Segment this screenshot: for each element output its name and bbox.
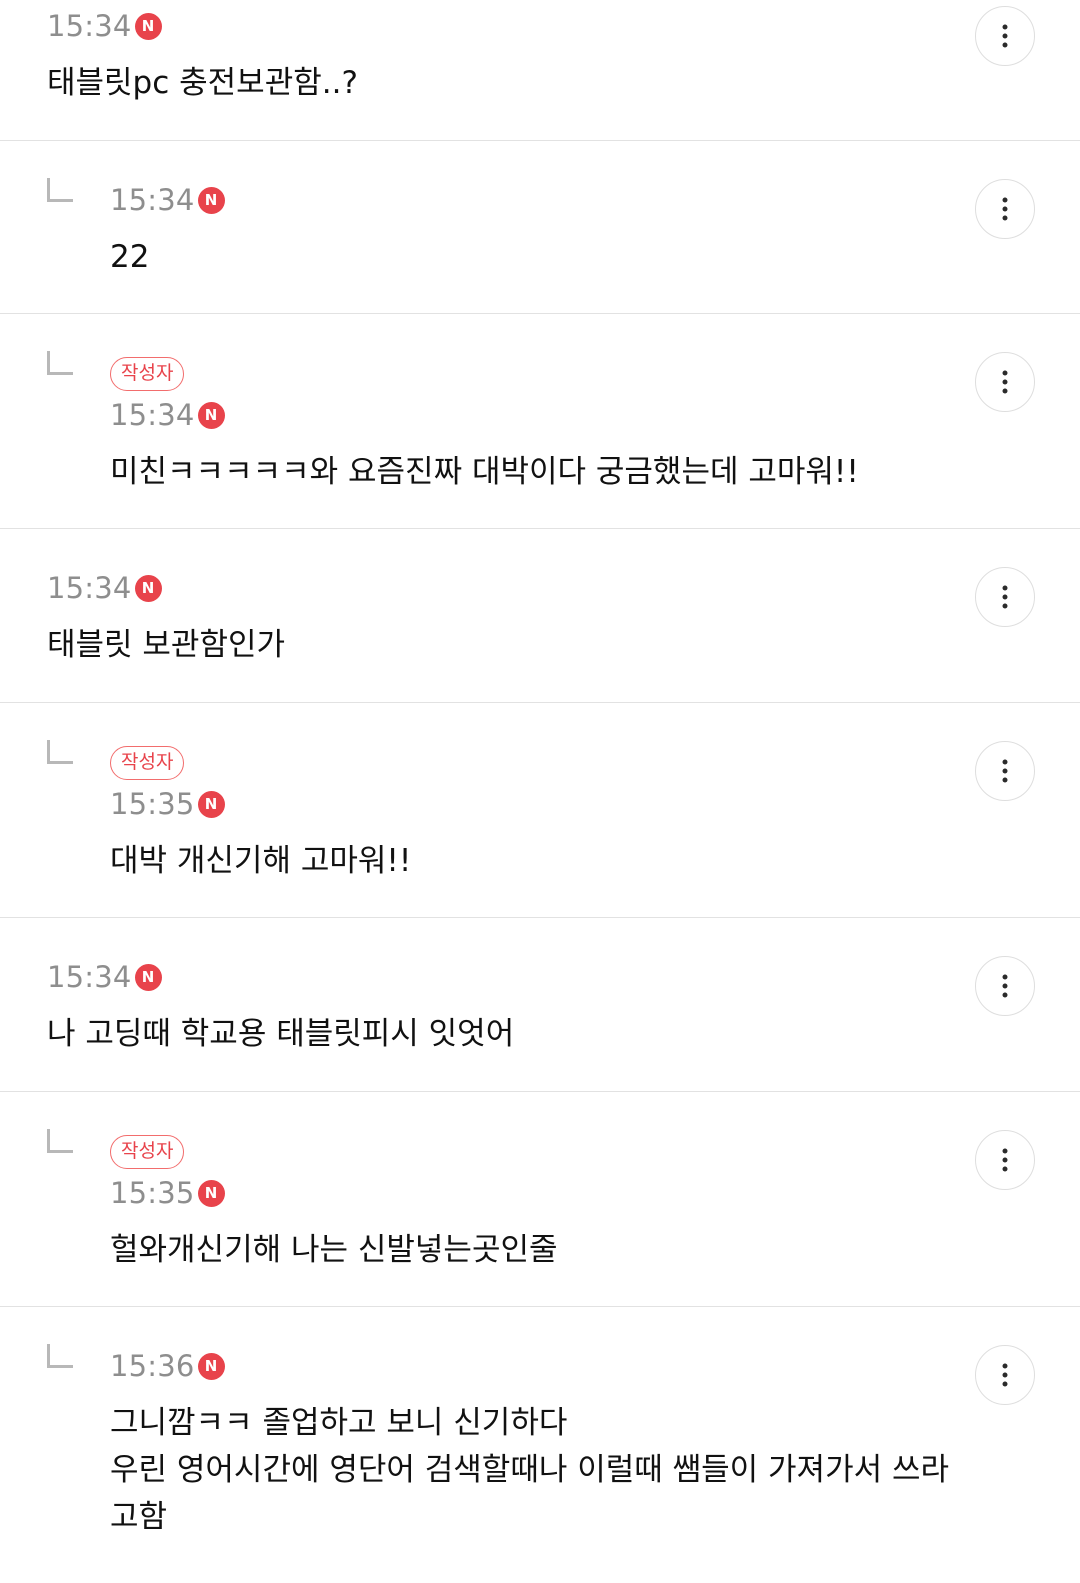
new-badge-icon: N bbox=[134, 963, 162, 991]
comment-text-line: 그니깜ㅋㅋ 졸업하고 보니 신기하다 bbox=[110, 1405, 568, 1441]
comment-meta: 15:34 N bbox=[47, 9, 162, 43]
more-options-button[interactable] bbox=[975, 1130, 1035, 1190]
reply-arrow-icon bbox=[47, 351, 73, 375]
more-options-button[interactable] bbox=[975, 352, 1035, 412]
comment-reply: 작성자 15:35 N 대박 개신기해 고마워!! bbox=[0, 703, 1080, 918]
comment-meta: 15:34 N bbox=[47, 571, 162, 605]
comment-meta: 15:34 N bbox=[47, 960, 162, 994]
comment-time: 15:35 bbox=[110, 787, 195, 821]
more-vertical-icon bbox=[1002, 1148, 1008, 1172]
comment-list: 15:34 N 태블릿pc 충전보관함..? 15:34 N 22 작성자 15… bbox=[0, 0, 1080, 1583]
comment-time: 15:34 bbox=[47, 960, 132, 994]
comment-meta: 15:34 N bbox=[110, 398, 225, 432]
author-badge: 작성자 bbox=[110, 357, 185, 391]
more-vertical-icon bbox=[1002, 1363, 1008, 1387]
comment-reply: 15:34 N 22 bbox=[0, 141, 1080, 314]
more-vertical-icon bbox=[1002, 974, 1008, 998]
comment-text: 미친ㅋㅋㅋㅋㅋ와 요즘진짜 대박이다 궁금했는데 고마워!! bbox=[110, 449, 859, 496]
author-badge: 작성자 bbox=[110, 1135, 185, 1169]
more-options-button[interactable] bbox=[975, 6, 1035, 66]
more-vertical-icon bbox=[1002, 370, 1008, 394]
comment-text-line: 태블릿pc 충전보관함..? bbox=[47, 65, 358, 101]
comment-reply: 15:36 N 그니깜ㅋㅋ 졸업하고 보니 신기하다 우린 영어시간에 영단어 … bbox=[0, 1307, 1080, 1583]
more-vertical-icon bbox=[1002, 197, 1008, 221]
more-options-button[interactable] bbox=[975, 1345, 1035, 1405]
new-badge-icon: N bbox=[134, 12, 162, 40]
comment-text-line: 나 고딩때 학교용 태블릿피시 잇엇어 bbox=[47, 1016, 515, 1052]
comment: 15:34 N 태블릿pc 충전보관함..? bbox=[0, 0, 1080, 141]
new-badge-icon: N bbox=[134, 574, 162, 602]
comment-time: 15:34 bbox=[47, 571, 132, 605]
comment-text: 태블릿pc 충전보관함..? bbox=[47, 60, 358, 107]
comment-text-line: 22 bbox=[110, 239, 150, 275]
reply-arrow-icon bbox=[47, 740, 73, 764]
comment-meta: 15:36 N bbox=[110, 1349, 225, 1383]
new-badge-icon: N bbox=[197, 790, 225, 818]
comment-text: 헐와개신기해 나는 신발넣는곳인줄 bbox=[110, 1227, 558, 1274]
new-badge-icon: N bbox=[197, 1179, 225, 1207]
more-options-button[interactable] bbox=[975, 179, 1035, 239]
reply-arrow-icon bbox=[47, 178, 73, 202]
comment-reply: 작성자 15:34 N 미친ㅋㅋㅋㅋㅋ와 요즘진짜 대박이다 궁금했는데 고마워… bbox=[0, 314, 1080, 529]
comment-text: 그니깜ㅋㅋ 졸업하고 보니 신기하다 우린 영어시간에 영단어 검색할때나 이럴… bbox=[110, 1400, 949, 1541]
new-badge-icon: N bbox=[197, 186, 225, 214]
comment-text-line: 대박 개신기해 고마워!! bbox=[110, 843, 412, 879]
comment-time: 15:34 bbox=[110, 398, 195, 432]
more-vertical-icon bbox=[1002, 24, 1008, 48]
more-vertical-icon bbox=[1002, 585, 1008, 609]
comment: 15:34 N 나 고딩때 학교용 태블릿피시 잇엇어 bbox=[0, 918, 1080, 1092]
new-badge-icon: N bbox=[197, 401, 225, 429]
comment-text: 태블릿 보관함인가 bbox=[47, 622, 285, 669]
comment-reply: 작성자 15:35 N 헐와개신기해 나는 신발넣는곳인줄 bbox=[0, 1092, 1080, 1307]
comment-text-line: 태블릿 보관함인가 bbox=[47, 627, 286, 663]
reply-arrow-icon bbox=[47, 1344, 73, 1368]
reply-arrow-icon bbox=[47, 1129, 73, 1153]
more-options-button[interactable] bbox=[975, 567, 1035, 627]
more-vertical-icon bbox=[1002, 759, 1008, 783]
comment-text-line: 미친ㅋㅋㅋㅋㅋ와 요즘진짜 대박이다 궁금했는데 고마워!! bbox=[110, 454, 859, 490]
new-badge-icon: N bbox=[197, 1352, 225, 1380]
comment: 15:34 N 태블릿 보관함인가 bbox=[0, 529, 1080, 703]
comment-text: 대박 개신기해 고마워!! bbox=[110, 838, 411, 885]
comment-time: 15:34 bbox=[47, 9, 132, 43]
comment-time: 15:35 bbox=[110, 1176, 195, 1210]
comment-text-line: 헐와개신기해 나는 신발넣는곳인줄 bbox=[110, 1232, 558, 1268]
more-options-button[interactable] bbox=[975, 956, 1035, 1016]
comment-meta: 15:35 N bbox=[110, 1176, 225, 1210]
comment-text: 나 고딩때 학교용 태블릿피시 잇엇어 bbox=[47, 1011, 514, 1058]
comment-time: 15:34 bbox=[110, 183, 195, 217]
comment-meta: 15:35 N bbox=[110, 787, 225, 821]
comment-text-line: 고함 bbox=[110, 1499, 168, 1535]
more-options-button[interactable] bbox=[975, 741, 1035, 801]
comment-meta: 15:34 N bbox=[110, 183, 225, 217]
author-badge: 작성자 bbox=[110, 746, 185, 780]
comment-text: 22 bbox=[110, 234, 149, 281]
comment-text-line: 우린 영어시간에 영단어 검색할때나 이럴때 쌤들이 가져가서 쓰라 bbox=[110, 1452, 950, 1488]
comment-time: 15:36 bbox=[110, 1349, 195, 1383]
